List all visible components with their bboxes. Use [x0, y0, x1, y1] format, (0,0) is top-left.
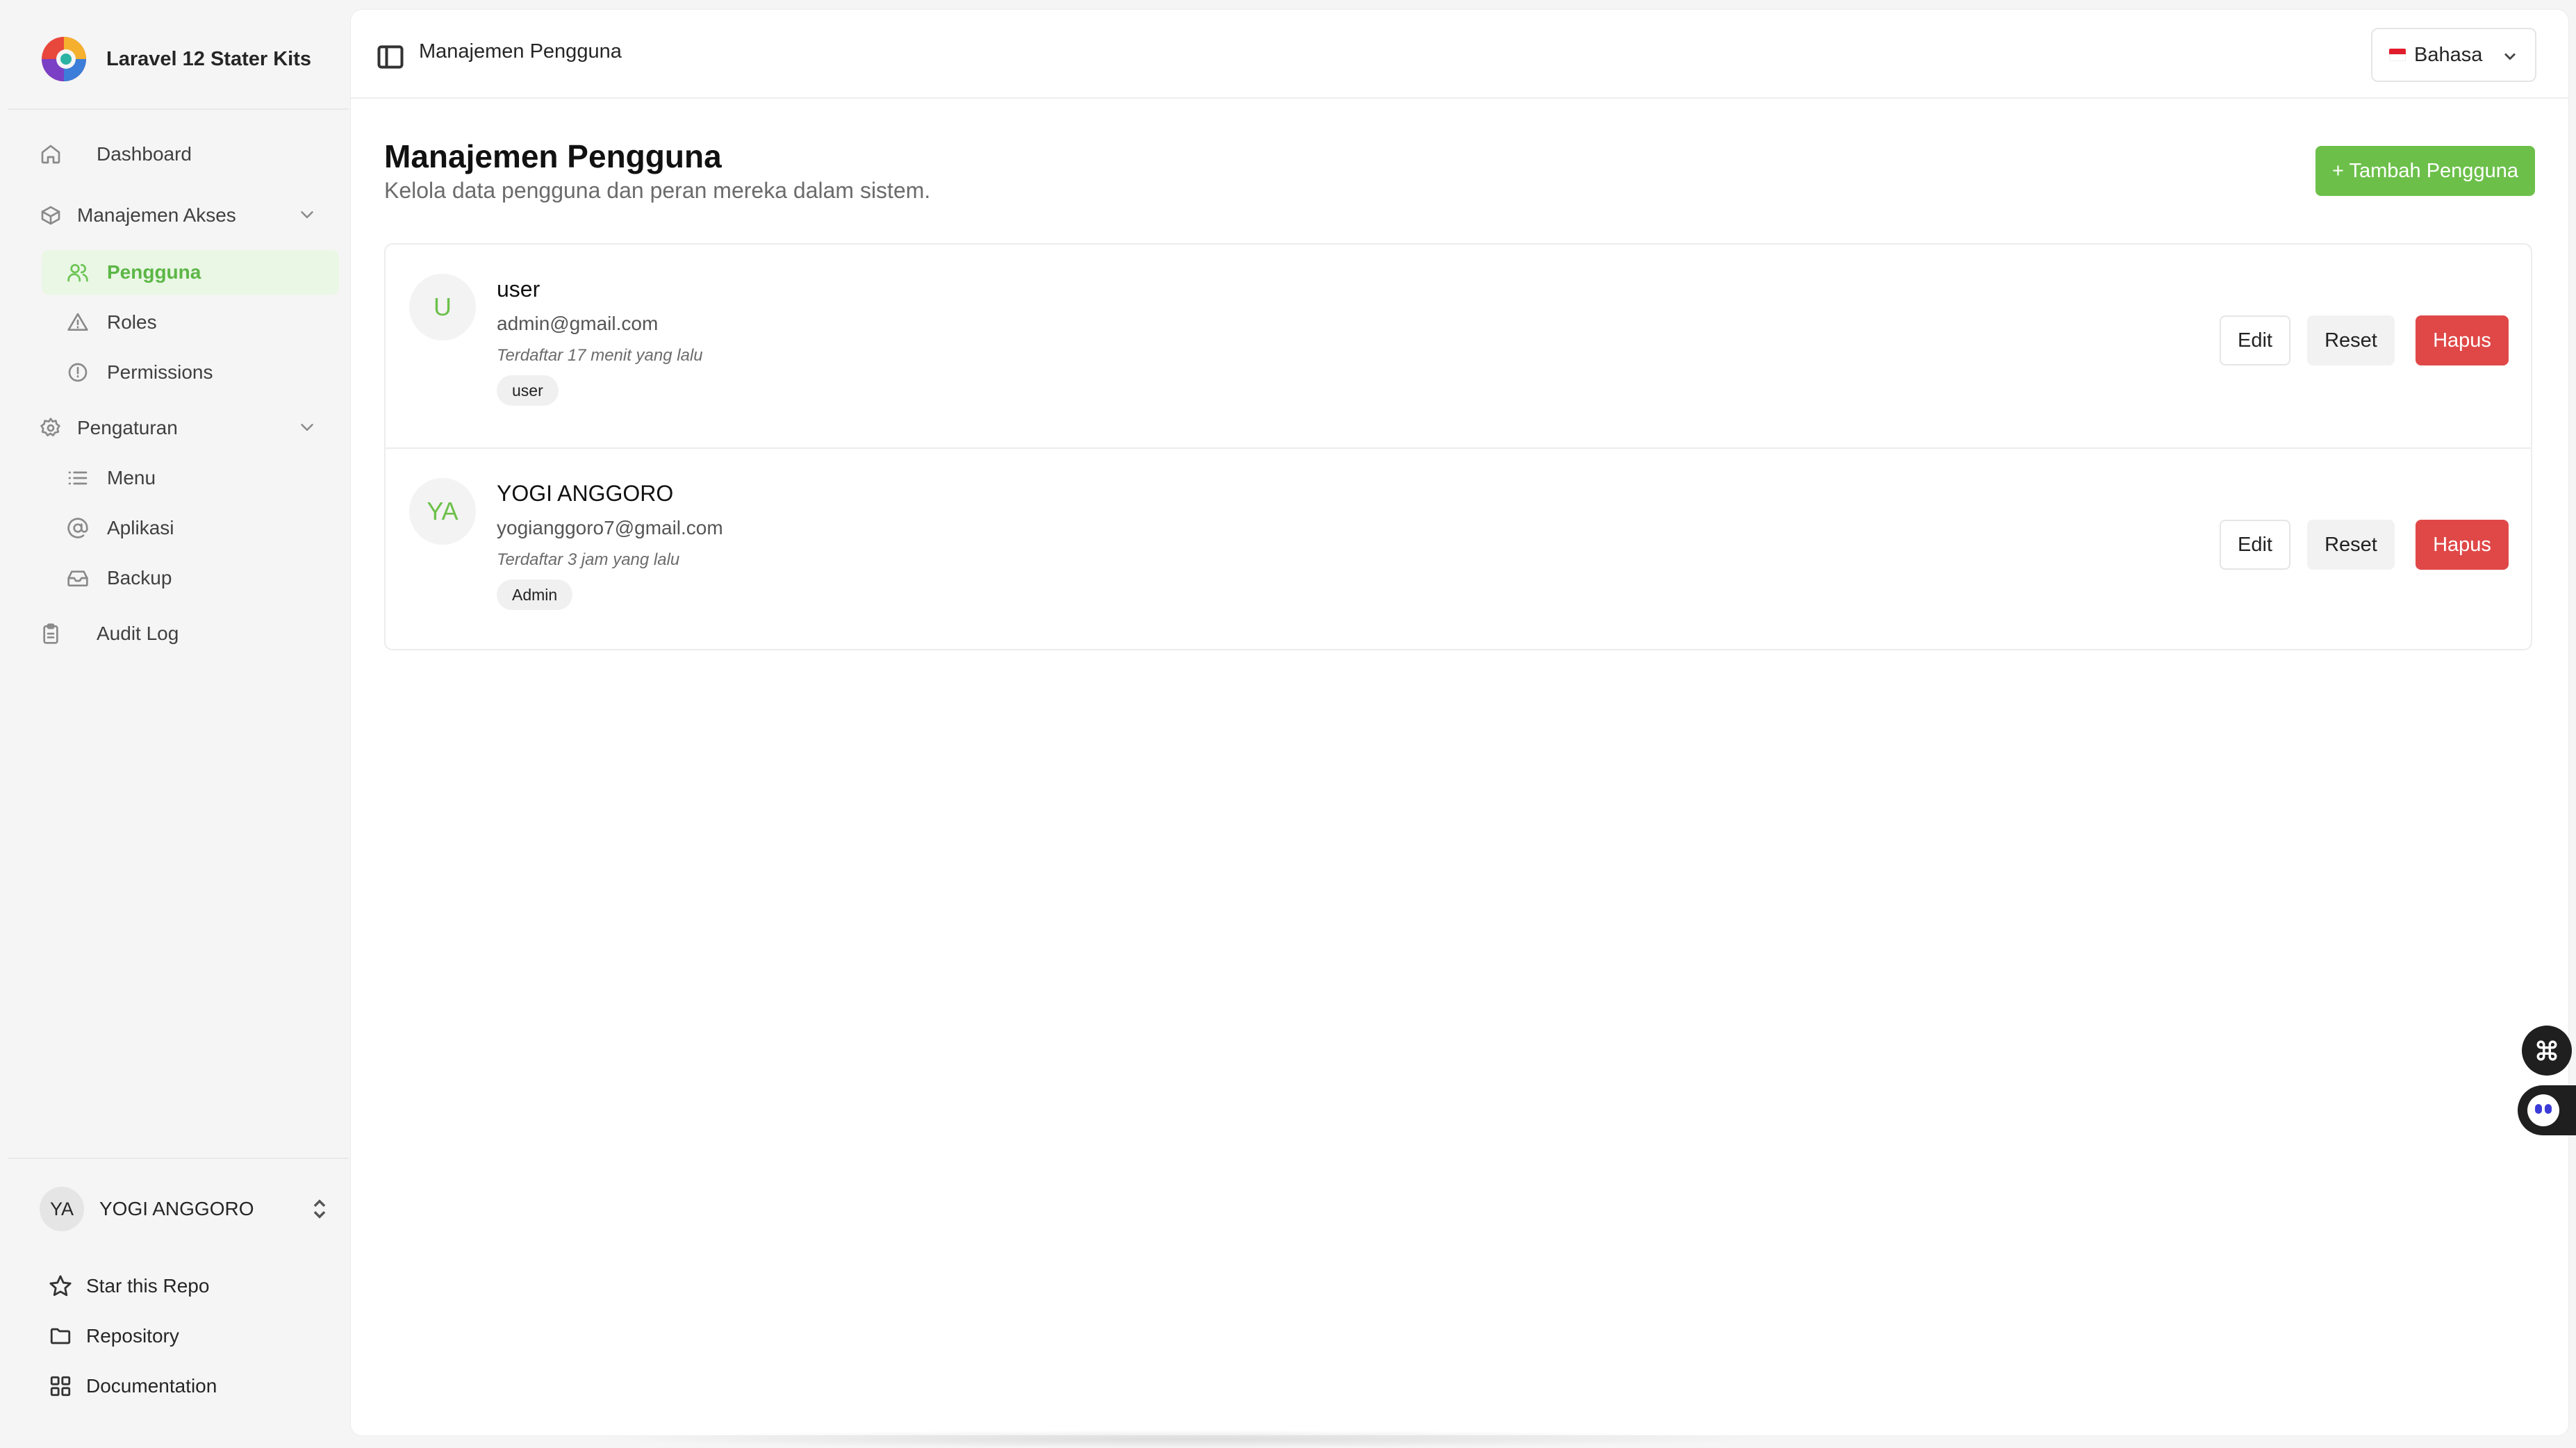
grid-icon	[50, 1376, 71, 1397]
folder-icon	[50, 1328, 71, 1344]
scroll-shadow	[594, 1430, 1775, 1448]
sidebar-item-audit-log[interactable]: Audit Log	[40, 611, 345, 656]
list-item: U user admin@gmail.com Terdaftar 17 meni…	[386, 245, 2531, 447]
registered-time: Terdaftar 3 jam yang lalu	[497, 550, 680, 569]
role-badge: user	[497, 375, 559, 406]
sidebar-item-permissions[interactable]: Permissions	[42, 350, 339, 395]
language-select[interactable]: Bahasa	[2371, 28, 2536, 82]
foot-link-label: Repository	[86, 1325, 179, 1347]
sidebar: Laravel 12 Stater Kits Dashboard Manajem…	[8, 0, 349, 1448]
user-list: U user admin@gmail.com Terdaftar 17 meni…	[384, 243, 2532, 650]
command-icon	[2536, 1040, 2557, 1061]
user-name: YOGI ANGGORO	[99, 1198, 254, 1219]
box-icon	[41, 206, 60, 225]
user-email: yogianggoro7@gmail.com	[497, 517, 723, 538]
documentation-link[interactable]: Documentation	[49, 1369, 217, 1404]
chevrons-up-down-icon	[313, 1199, 326, 1219]
reset-button[interactable]: Reset	[2307, 315, 2395, 365]
user-email: admin@gmail.com	[497, 313, 659, 334]
sidebar-group-label: Pengaturan	[77, 417, 178, 438]
page-title: Manajemen Pengguna	[384, 138, 722, 174]
home-icon	[41, 145, 60, 164]
command-button[interactable]	[2522, 1026, 2572, 1076]
chevron-down-icon	[301, 211, 313, 218]
language-label: Bahasa	[2414, 43, 2483, 66]
chatbot-button[interactable]	[2518, 1085, 2576, 1135]
edit-button[interactable]: Edit	[2220, 520, 2290, 570]
sidebar-toggle-icon	[377, 45, 404, 69]
sidebar-user-menu[interactable]: YA YOGI ANGGORO	[40, 1185, 345, 1233]
sidebar-group-pengaturan[interactable]: Pengaturan	[40, 406, 345, 450]
sidebar-item-label: Roles	[107, 311, 157, 333]
avatar: YA	[40, 1187, 84, 1231]
sidebar-divider	[8, 108, 349, 110]
sidebar-item-label: Audit Log	[97, 623, 179, 644]
chevron-down-icon	[301, 424, 313, 431]
sidebar-item-label: Aplikasi	[107, 517, 174, 538]
gear-icon	[40, 418, 60, 436]
sidebar-item-label: Pengguna	[107, 261, 201, 283]
clipboard-icon	[43, 623, 58, 644]
users-icon	[67, 264, 88, 282]
chevron-down-icon	[2504, 53, 2516, 60]
sidebar-footer-divider	[8, 1158, 349, 1159]
sidebar-item-dashboard[interactable]: Dashboard	[40, 132, 345, 176]
sidebar-item-pengguna[interactable]: Pengguna	[42, 250, 339, 295]
sidebar-group-label: Manajemen Akses	[77, 204, 236, 226]
role-badge: Admin	[497, 579, 573, 610]
main-panel: Manajemen Pengguna Bahasa Manajemen Peng…	[351, 10, 2568, 1435]
reset-button[interactable]: Reset	[2307, 520, 2395, 570]
page-subtitle: Kelola data pengguna dan peran mereka da…	[384, 178, 931, 203]
chatbot-icon	[2527, 1094, 2559, 1126]
alert-circle-icon	[68, 363, 88, 382]
add-user-button[interactable]: + Tambah Pengguna	[2315, 146, 2535, 196]
brand[interactable]: Laravel 12 Stater Kits	[40, 35, 311, 83]
star-repo-link[interactable]: Star this Repo	[49, 1269, 209, 1303]
indonesia-flag-icon	[2389, 49, 2406, 61]
sidebar-group-manajemen-akses[interactable]: Manajemen Akses	[40, 193, 345, 238]
breadcrumb: Manajemen Pengguna	[419, 40, 622, 63]
user-name: user	[497, 277, 540, 302]
registered-time: Terdaftar 17 menit yang lalu	[497, 346, 703, 365]
app-logo-icon	[42, 37, 86, 81]
list-item: YA YOGI ANGGORO yogianggoro7@gmail.com T…	[386, 447, 2531, 650]
sidebar-item-label: Menu	[107, 467, 156, 488]
foot-link-label: Star this Repo	[86, 1275, 210, 1297]
sidebar-item-label: Dashboard	[97, 143, 192, 165]
top-bar: Manajemen Pengguna Bahasa	[351, 10, 2568, 99]
user-name: YOGI ANGGORO	[497, 481, 674, 506]
star-icon	[49, 1275, 72, 1297]
delete-button[interactable]: Hapus	[2416, 315, 2509, 365]
list-icon	[68, 471, 88, 485]
app-name: Laravel 12 Stater Kits	[106, 47, 311, 70]
foot-link-label: Documentation	[86, 1375, 217, 1397]
sidebar-item-label: Backup	[107, 567, 172, 589]
inbox-icon	[67, 570, 88, 586]
avatar: YA	[409, 478, 476, 545]
repository-link[interactable]: Repository	[49, 1319, 179, 1354]
sidebar-item-backup[interactable]: Backup	[42, 556, 339, 600]
sidebar-item-menu[interactable]: Menu	[42, 456, 339, 500]
edit-button[interactable]: Edit	[2220, 315, 2290, 365]
warning-triangle-icon	[67, 313, 88, 331]
delete-button[interactable]: Hapus	[2416, 520, 2509, 570]
avatar: U	[409, 274, 476, 340]
sidebar-item-aplikasi[interactable]: Aplikasi	[42, 506, 339, 550]
at-sign-icon	[67, 518, 88, 538]
sidebar-item-label: Permissions	[107, 361, 213, 383]
sidebar-toggle-button[interactable]	[375, 42, 406, 72]
sidebar-item-roles[interactable]: Roles	[42, 300, 339, 345]
